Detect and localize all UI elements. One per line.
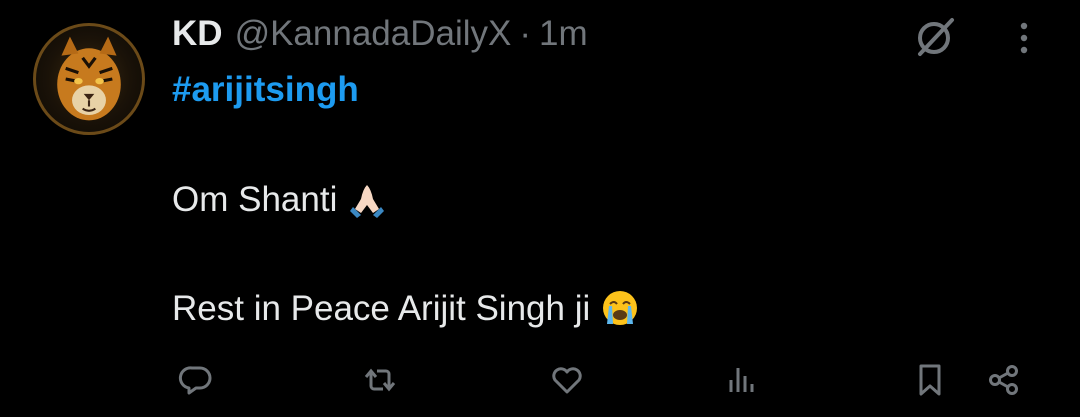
tweet-text-line: Om Shanti: [172, 178, 387, 222]
hashtag-link[interactable]: #arijitsingh: [172, 68, 359, 112]
tweet-header: KD @KannadaDailyX · 1m: [172, 12, 588, 56]
user-handle[interactable]: @KannadaDailyX: [235, 12, 512, 56]
folded-hands-icon: [350, 185, 385, 218]
separator-dot: ·: [519, 14, 532, 53]
crying-face-icon: [603, 291, 638, 325]
grok-icon[interactable]: [910, 12, 958, 60]
tiger-avatar-image: [57, 36, 121, 121]
like-icon: [552, 367, 582, 394]
share-icon: [989, 365, 1018, 395]
avatar[interactable]: [33, 23, 145, 135]
repost-button[interactable]: [356, 356, 404, 404]
tweet-text: Rest in Peace Arijit Singh ji: [172, 289, 591, 328]
bookmark-button[interactable]: [906, 356, 954, 404]
reply-button[interactable]: [172, 356, 220, 404]
bookmark-icon: [919, 364, 941, 396]
share-button[interactable]: [980, 356, 1028, 404]
reply-icon: [178, 366, 212, 395]
display-name[interactable]: KD: [172, 12, 223, 56]
timestamp[interactable]: 1m: [539, 12, 588, 56]
views-icon: [729, 368, 754, 392]
like-button[interactable]: [543, 356, 591, 404]
views-button[interactable]: [716, 356, 764, 404]
repost-icon: [364, 368, 396, 392]
action-bar: [0, 356, 1080, 406]
tweet-text: Om Shanti: [172, 180, 338, 219]
tweet-text-line: Rest in Peace Arijit Singh ji: [172, 287, 640, 331]
more-options-icon[interactable]: [1004, 18, 1044, 58]
